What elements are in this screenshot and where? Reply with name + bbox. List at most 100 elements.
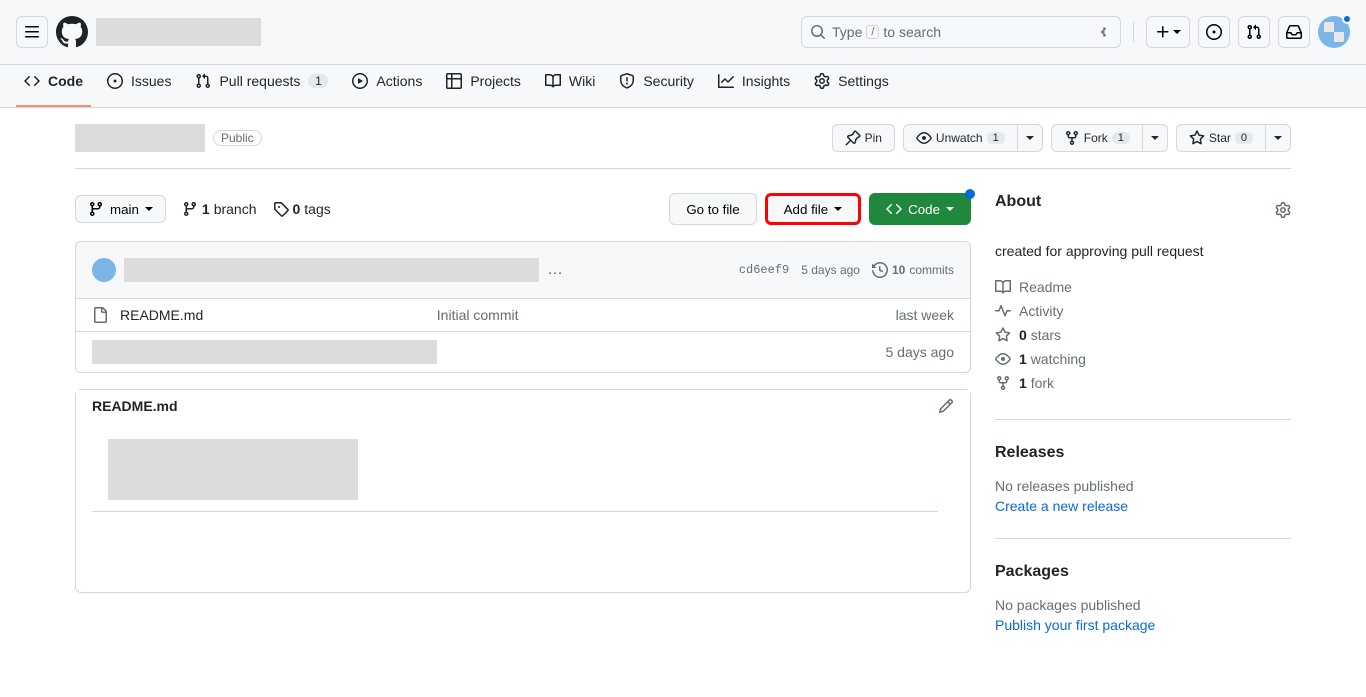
- fork-button[interactable]: Fork 1: [1051, 124, 1143, 152]
- unwatch-button[interactable]: Unwatch 1: [903, 124, 1018, 152]
- tab-pull-requests[interactable]: Pull requests 1: [187, 65, 336, 107]
- branches-label: branch: [214, 201, 257, 217]
- activity-label: Activity: [1019, 303, 1063, 319]
- packages-none: No packages published: [995, 597, 1291, 613]
- file-date: last week: [782, 307, 954, 323]
- readme-title: README.md: [92, 398, 178, 414]
- caret-down-icon: [145, 207, 153, 211]
- tab-wiki[interactable]: Wiki: [537, 65, 603, 107]
- search-icon: [810, 24, 826, 40]
- about-section: About created for approving pull request…: [995, 193, 1291, 420]
- commit-author-avatar[interactable]: [92, 258, 116, 282]
- pin-button[interactable]: Pin: [832, 124, 895, 152]
- fork-button-group: Fork 1: [1051, 124, 1168, 152]
- caret-down-icon: [1173, 30, 1181, 34]
- notifications-button[interactable]: [1278, 16, 1310, 48]
- watch-dropdown[interactable]: [1018, 124, 1043, 152]
- commits-link[interactable]: 10 commits: [872, 262, 954, 278]
- code-button[interactable]: Code: [869, 193, 971, 225]
- go-to-file-button[interactable]: Go to file: [669, 193, 756, 225]
- caret-down-icon: [946, 207, 954, 211]
- search-suffix-label: to search: [883, 24, 941, 40]
- inbox-icon: [1286, 24, 1302, 40]
- branches-link[interactable]: 1 branch: [182, 201, 257, 217]
- global-header: Type / to search: [0, 0, 1366, 65]
- graph-icon: [718, 73, 734, 89]
- commit-meta: cd6eef9 5 days ago 10 commits: [739, 262, 954, 278]
- create-new-button[interactable]: [1146, 16, 1190, 48]
- forks-count: 1: [1019, 375, 1027, 391]
- tab-settings[interactable]: Settings: [806, 65, 897, 107]
- file-row[interactable]: 5 days ago: [76, 332, 970, 372]
- tab-code[interactable]: Code: [16, 65, 91, 107]
- fork-dropdown[interactable]: [1143, 124, 1168, 152]
- sidebar-readme-link[interactable]: Readme: [995, 275, 1291, 299]
- tags-count: 0: [293, 201, 301, 217]
- branches-count: 1: [202, 201, 210, 217]
- overflow-dots[interactable]: …: [547, 261, 563, 279]
- header-right: Type / to search: [801, 16, 1350, 48]
- plus-icon: [1155, 24, 1171, 40]
- star-button[interactable]: Star 0: [1176, 124, 1266, 152]
- sidebar-forks-link[interactable]: 1 fork: [995, 371, 1291, 395]
- sidebar-stars-link[interactable]: 0 stars: [995, 323, 1291, 347]
- tab-insights-label: Insights: [742, 73, 790, 89]
- gear-icon[interactable]: [1275, 202, 1291, 218]
- stars-count: 0: [1019, 327, 1027, 343]
- sidebar: About created for approving pull request…: [995, 193, 1291, 681]
- command-palette-icon[interactable]: [1096, 24, 1112, 40]
- publish-package-link[interactable]: Publish your first package: [995, 617, 1155, 633]
- about-description: created for approving pull request: [995, 243, 1291, 259]
- issue-opened-icon: [107, 73, 123, 89]
- tab-security-label: Security: [643, 73, 694, 89]
- commit-count-label: commits: [909, 263, 954, 277]
- readme-body: [76, 423, 970, 592]
- github-logo-icon[interactable]: [56, 16, 88, 48]
- repo-forked-icon: [995, 375, 1011, 391]
- hamburger-icon: [24, 24, 40, 40]
- git-branch-icon: [88, 201, 104, 217]
- repo-name-redacted: [96, 18, 261, 46]
- eye-icon: [916, 130, 932, 146]
- commit-hash[interactable]: cd6eef9: [739, 263, 789, 277]
- file-name-redacted: [92, 340, 437, 364]
- search-kbd: /: [866, 25, 879, 39]
- add-file-button[interactable]: Add file: [765, 193, 861, 225]
- star-dropdown[interactable]: [1266, 124, 1291, 152]
- go-to-file-label: Go to file: [686, 202, 739, 217]
- tab-insights[interactable]: Insights: [710, 65, 798, 107]
- watching-count: 1: [1019, 351, 1027, 367]
- visibility-badge: Public: [213, 130, 262, 146]
- hamburger-menu-button[interactable]: [16, 16, 48, 48]
- create-release-link[interactable]: Create a new release: [995, 498, 1128, 514]
- tags-link[interactable]: 0 tags: [273, 201, 331, 217]
- file-row[interactable]: README.md Initial commit last week: [76, 299, 970, 332]
- code-icon: [24, 73, 40, 89]
- tab-settings-label: Settings: [838, 73, 889, 89]
- packages-title: Packages: [995, 563, 1291, 581]
- tab-actions[interactable]: Actions: [344, 65, 430, 107]
- book-icon: [995, 279, 1011, 295]
- eye-icon: [995, 351, 1011, 367]
- main-layout: main 1 branch 0 tags: [75, 169, 1291, 681]
- tab-pr-label: Pull requests: [219, 73, 300, 89]
- search-box[interactable]: Type / to search: [801, 16, 1121, 48]
- sidebar-activity-link[interactable]: Activity: [995, 299, 1291, 323]
- pencil-icon[interactable]: [938, 398, 954, 414]
- book-icon: [545, 73, 561, 89]
- watch-count: 1: [987, 132, 1005, 144]
- tab-security[interactable]: Security: [611, 65, 702, 107]
- tab-projects[interactable]: Projects: [438, 65, 529, 107]
- pull-requests-button[interactable]: [1238, 16, 1270, 48]
- file-name: README.md: [120, 307, 203, 323]
- readme-label: Readme: [1019, 279, 1072, 295]
- star-button-group: Star 0: [1176, 124, 1291, 152]
- tab-issues[interactable]: Issues: [99, 65, 179, 107]
- tab-pr-count: 1: [308, 74, 328, 88]
- user-avatar[interactable]: [1318, 16, 1350, 48]
- branch-selector-button[interactable]: main: [75, 195, 166, 223]
- add-file-label: Add file: [784, 202, 828, 217]
- sidebar-watching-link[interactable]: 1 watching: [995, 347, 1291, 371]
- issues-button[interactable]: [1198, 16, 1230, 48]
- watch-button-group: Unwatch 1: [903, 124, 1043, 152]
